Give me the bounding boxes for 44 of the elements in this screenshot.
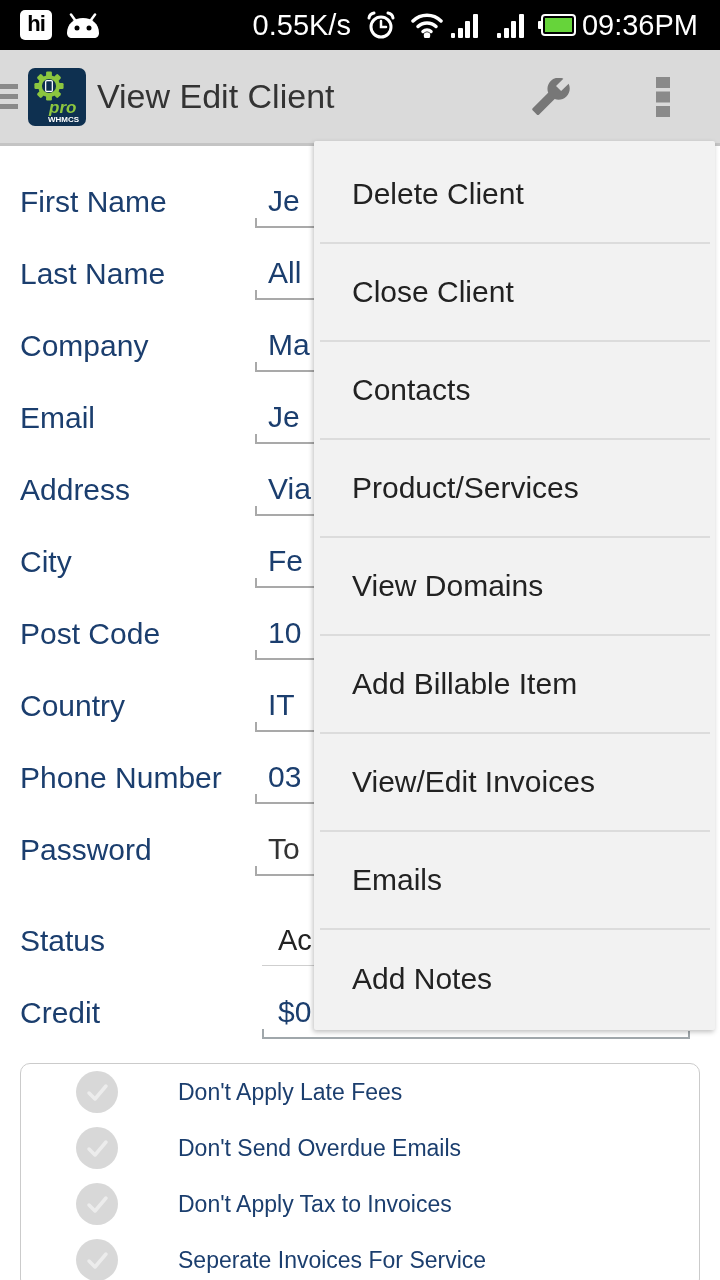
field-label: Email	[20, 401, 96, 435]
menu-item[interactable]: Add Billable Item	[320, 636, 710, 734]
network-speed: 0.55K/s	[252, 10, 351, 40]
check-circle-icon[interactable]	[76, 1071, 118, 1113]
menu-item[interactable]: Emails	[320, 832, 710, 930]
field-label: City	[20, 545, 73, 579]
field-label: Password	[20, 833, 153, 867]
menu-item[interactable]: View/Edit Invoices	[320, 734, 710, 832]
menu-item[interactable]: Product/Services	[320, 440, 710, 538]
field-label: Address	[20, 473, 132, 507]
wifi-icon	[410, 12, 443, 38]
field-label: Post Code	[20, 617, 162, 651]
alarm-clock-icon	[366, 11, 395, 39]
option-label: Don't Apply Tax to Invoices	[178, 1191, 452, 1217]
app-badge: hi	[20, 10, 52, 40]
menu-item[interactable]: Contacts	[320, 342, 710, 440]
field-label: Last Name	[20, 257, 167, 291]
field-label: First Name	[20, 185, 168, 219]
menu-item[interactable]: Close Client	[320, 244, 710, 342]
field-label: Credit	[20, 996, 102, 1030]
clock-time: 09:36PM	[581, 10, 698, 40]
menu-item[interactable]: View Domains	[320, 538, 710, 636]
option-label: Don't Send Overdue Emails	[178, 1135, 462, 1161]
menu-icon[interactable]	[0, 84, 18, 109]
robot-head-icon	[66, 12, 100, 38]
option-label: Don't Apply Late Fees	[178, 1079, 403, 1105]
more-options-icon[interactable]	[656, 76, 670, 117]
battery-icon	[537, 14, 576, 36]
field-label: Country	[20, 689, 127, 723]
page-title: View Edit Client	[97, 77, 335, 116]
logo-wordmark: pro	[49, 98, 77, 116]
menu-item[interactable]: Delete Client	[320, 146, 710, 244]
check-circle-icon[interactable]	[76, 1127, 118, 1169]
field-label: Phone Number	[20, 761, 223, 795]
field-label: Company	[20, 329, 150, 363]
wrench-icon[interactable]	[532, 77, 570, 116]
menu-item[interactable]: Add Notes	[320, 930, 710, 1028]
signal-icon	[496, 12, 524, 38]
option-label: Seperate Invoices For Service	[178, 1247, 487, 1273]
gear-icon	[34, 70, 64, 101]
field-label: Status	[20, 924, 107, 958]
check-circle-icon[interactable]	[76, 1183, 118, 1225]
logo-caption: WHMCS	[48, 115, 80, 124]
signal-icon	[450, 12, 478, 38]
